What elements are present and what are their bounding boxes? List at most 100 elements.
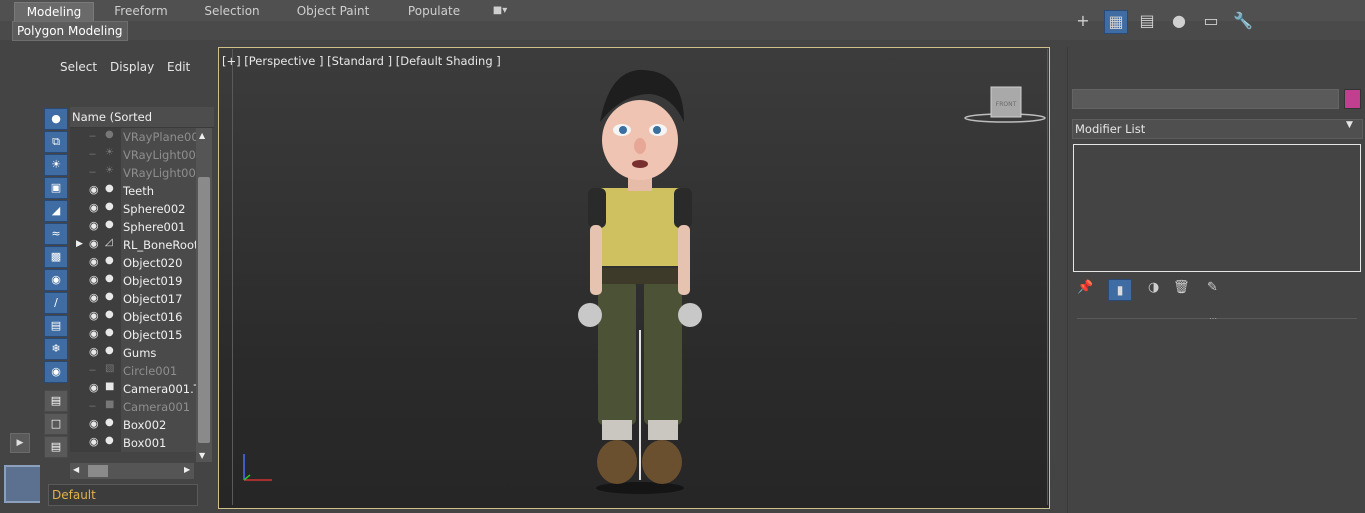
utilities-tab-icon[interactable]: 🔧 xyxy=(1232,10,1254,32)
list-item[interactable]: ◉ ● Object020 xyxy=(70,254,196,272)
tab-populate[interactable]: Populate xyxy=(403,2,465,20)
display-invert-icon[interactable]: ▤ xyxy=(44,436,68,458)
list-item[interactable]: ◉ ● Sphere001 xyxy=(70,218,196,236)
display-xrefs-icon[interactable]: ◉ xyxy=(44,269,68,291)
expand-arrow-icon[interactable]: ▶ xyxy=(10,433,30,453)
list-item[interactable]: ◉ ● Gums xyxy=(70,344,196,362)
modifier-stack[interactable] xyxy=(1073,144,1361,272)
hidden-eye-icon[interactable]: ‒ xyxy=(89,147,103,160)
list-item[interactable]: ◉ ● Box002 xyxy=(70,416,196,434)
list-item[interactable]: ◉■ Camera001.Ta xyxy=(70,380,196,398)
motion-tab-icon[interactable]: ● xyxy=(1168,10,1190,32)
display-frozen-icon[interactable]: ❄ xyxy=(44,338,68,360)
display-spacewarps-icon[interactable]: ≈ xyxy=(44,223,68,245)
list-item[interactable]: ◉ ● Object019 xyxy=(70,272,196,290)
visible-eye-icon[interactable]: ◉ xyxy=(89,255,103,268)
scroll-left-icon[interactable]: ◀ xyxy=(73,465,79,474)
list-item[interactable]: ◉ ◿ RL_BoneRoot xyxy=(70,236,196,254)
visible-eye-icon[interactable]: ◉ xyxy=(89,219,103,232)
rollout-drag-handle[interactable]: ⋯ xyxy=(1209,314,1217,323)
display-all-icon[interactable]: ▤ xyxy=(44,390,68,412)
show-end-result-icon[interactable]: ▮ xyxy=(1108,279,1132,301)
display-none-icon[interactable]: □ xyxy=(44,413,68,435)
list-hscroll-thumb[interactable] xyxy=(88,465,108,477)
list-item[interactable]: ‒ ■ Camera001 xyxy=(70,398,196,416)
current-layer-field[interactable]: Default xyxy=(48,484,198,506)
display-helpers-icon[interactable]: ◢ xyxy=(44,200,68,222)
menu-select[interactable]: Select xyxy=(60,60,97,74)
object-color-swatch[interactable] xyxy=(1344,89,1361,109)
viewport-menu-plus[interactable]: [+] xyxy=(222,54,241,68)
display-bones-icon[interactable]: ∕ xyxy=(44,292,68,314)
visible-eye-icon[interactable]: ◉ xyxy=(89,291,103,304)
visible-eye-icon[interactable]: ◉ xyxy=(89,327,103,340)
list-item[interactable]: ‒● VRayPlane001 xyxy=(70,128,196,146)
visible-eye-icon[interactable]: ◉ xyxy=(89,309,103,322)
list-scroll-thumb[interactable] xyxy=(198,177,210,443)
list-item[interactable]: ◉ ● Object017 xyxy=(70,290,196,308)
polygon-modeling-button[interactable]: Polygon Modeling xyxy=(12,21,128,41)
chevron-down-icon[interactable]: ▼ xyxy=(1346,120,1353,130)
hidden-eye-icon[interactable]: ‒ xyxy=(89,363,103,376)
scroll-up-icon[interactable]: ▲ xyxy=(199,131,205,140)
display-cameras-icon[interactable]: ▣ xyxy=(44,177,68,199)
visible-eye-icon[interactable]: ◉ xyxy=(89,345,103,358)
create-tab-icon[interactable]: + xyxy=(1072,10,1094,32)
menu-display[interactable]: Display xyxy=(110,60,154,74)
hierarchy-tab-icon[interactable]: ▤ xyxy=(1136,10,1158,32)
viewport-point-of-view[interactable]: [Perspective ] xyxy=(244,54,323,68)
object-name-input[interactable] xyxy=(1072,89,1339,109)
visible-eye-icon[interactable]: ◉ xyxy=(89,273,103,286)
list-item[interactable]: ◉ ● Object016 xyxy=(70,308,196,326)
ribbon-options-dropdown[interactable]: ■▾ xyxy=(486,2,514,20)
display-containers-icon[interactable]: ▤ xyxy=(44,315,68,337)
viewport-shading[interactable]: [Default Shading ] xyxy=(396,54,501,68)
viewcube-icon[interactable]: FRONT xyxy=(960,82,1050,128)
tab-selection[interactable]: Selection xyxy=(199,2,265,20)
modifier-list-dropdown[interactable]: Modifier List xyxy=(1072,119,1363,139)
column-header-name[interactable]: Name (Sorted Descending) xyxy=(70,107,214,144)
scroll-down-icon[interactable]: ▼ xyxy=(199,451,205,460)
tab-object-paint[interactable]: Object Paint xyxy=(293,2,373,20)
display-shapes-icon[interactable]: ⧉ xyxy=(44,131,68,153)
pin-stack-icon[interactable]: 📌 xyxy=(1077,280,1093,295)
character-model[interactable] xyxy=(560,60,730,500)
hidden-eye-icon[interactable]: ‒ xyxy=(89,399,103,412)
display-lights-icon[interactable]: ☀ xyxy=(44,154,68,176)
hidden-eye-icon[interactable]: ‒ xyxy=(89,165,103,178)
display-geometry-icon[interactable]: ● xyxy=(44,108,68,130)
viewport-label-menu[interactable]: [+] [Perspective ] [Standard ] [Default … xyxy=(222,54,501,68)
visible-eye-icon[interactable]: ◉ xyxy=(89,417,103,430)
visible-eye-icon[interactable]: ◉ xyxy=(89,183,103,196)
light-icon: ☀ xyxy=(105,165,114,176)
list-item[interactable]: ‒ ☀ VRayLight002 xyxy=(70,146,196,164)
make-unique-icon[interactable]: ◑ xyxy=(1148,280,1159,295)
list-item[interactable]: ◉ ● Sphere002 xyxy=(70,200,196,218)
display-tab-icon[interactable]: ▭ xyxy=(1200,10,1222,32)
hidden-eye-icon[interactable]: ‒ xyxy=(89,129,103,142)
visible-eye-icon[interactable]: ◉ xyxy=(89,201,103,214)
display-groups-icon[interactable]: ▩ xyxy=(44,246,68,268)
modify-tab-icon[interactable]: ▦ xyxy=(1104,10,1128,34)
list-item[interactable]: ◉ ● Box001 xyxy=(70,434,196,452)
configure-modifier-sets-icon[interactable]: ✎ xyxy=(1207,280,1218,295)
tab-freeform[interactable]: Freeform xyxy=(108,2,174,20)
visible-eye-icon[interactable]: ◉ xyxy=(89,381,103,394)
active-viewport-thumbnail[interactable] xyxy=(4,465,42,503)
expand-triangle-icon[interactable]: ▶ xyxy=(76,239,83,249)
menu-edit[interactable]: Edit xyxy=(167,60,190,74)
list-item[interactable]: ‒ ▧ Circle001 xyxy=(70,362,196,380)
list-item[interactable]: ◉ ● Teeth xyxy=(70,182,196,200)
visible-eye-icon[interactable]: ◉ xyxy=(89,237,103,250)
tab-modeling[interactable]: Modeling xyxy=(14,2,94,21)
remove-modifier-icon[interactable]: 🗑 xyxy=(1173,280,1190,295)
object-name: Camera001.Ta xyxy=(121,380,196,398)
list-item[interactable]: ‒ ☀ VRayLight001 xyxy=(70,164,196,182)
list-item[interactable]: ◉ ● Object015 xyxy=(70,326,196,344)
scene-object-list: ‒●VRayPlane001‒☀VRayLight002‒☀VRayLight0… xyxy=(70,128,196,452)
scroll-right-icon[interactable]: ▶ xyxy=(184,465,190,474)
viewport-mode[interactable]: [Standard ] xyxy=(327,54,392,68)
display-hidden-icon[interactable]: ◉ xyxy=(44,361,68,383)
object-name: Box001 xyxy=(121,434,196,452)
visible-eye-icon[interactable]: ◉ xyxy=(89,435,103,448)
